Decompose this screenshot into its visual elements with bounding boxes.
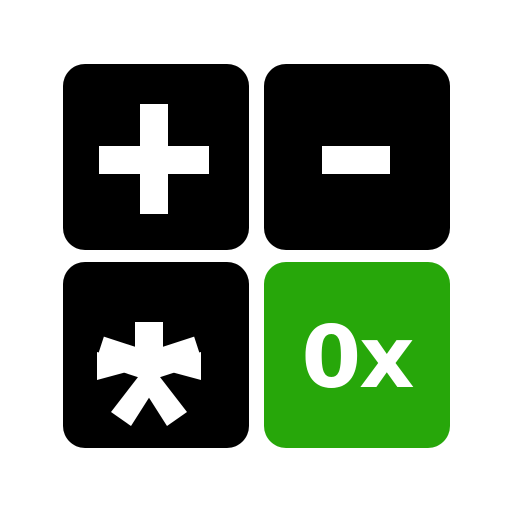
minus-icon <box>322 146 390 174</box>
asterisk-icon <box>97 322 201 426</box>
calculator-app-icon: 0x <box>0 0 512 512</box>
hex-label: 0x <box>301 308 414 408</box>
hex-tile: 0x <box>264 262 450 448</box>
minus-tile <box>264 64 450 250</box>
multiply-tile <box>63 262 249 448</box>
plus-tile <box>63 64 249 250</box>
plus-icon <box>140 104 168 214</box>
